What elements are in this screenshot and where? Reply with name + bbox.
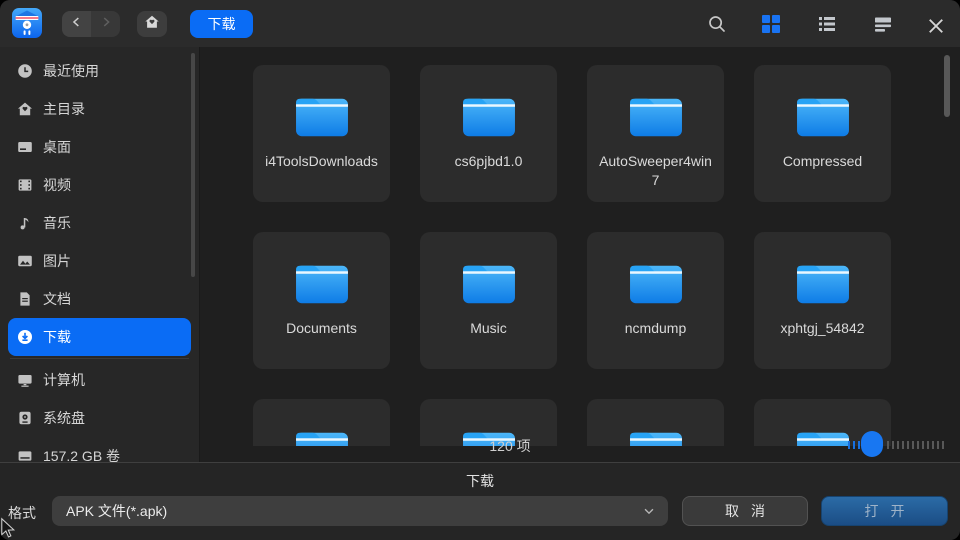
format-combobox[interactable]: APK 文件(*.apk) bbox=[52, 496, 668, 526]
file-manager-app-icon bbox=[12, 8, 42, 38]
zoom-slider-track-filled[interactable] bbox=[848, 441, 862, 449]
sidebar-item-recent[interactable]: 最近使用 bbox=[8, 52, 191, 90]
icon-view-button[interactable] bbox=[761, 14, 781, 34]
item-count: 120 项 bbox=[460, 436, 560, 456]
home-button[interactable] bbox=[137, 11, 167, 37]
dialog-footer: 下载 格式 APK 文件(*.apk) 取消 打开 bbox=[0, 462, 960, 540]
computer-icon bbox=[17, 372, 33, 388]
home-icon bbox=[17, 101, 33, 117]
folder-icon bbox=[458, 91, 520, 141]
status-bar: 120 项 bbox=[200, 428, 960, 462]
sidebar-item-videos[interactable]: 视频 bbox=[8, 166, 191, 204]
folder-icon bbox=[291, 258, 353, 308]
chevron-right-icon bbox=[99, 15, 113, 34]
folder-tile[interactable]: ncmdump bbox=[587, 232, 724, 369]
dialog-title: 下载 bbox=[0, 471, 960, 491]
search-icon bbox=[707, 14, 727, 34]
sidebar-item-downloads[interactable]: 下载 bbox=[8, 318, 191, 356]
folder-name: xphtgj_54842 bbox=[766, 319, 880, 338]
sidebar-item-label: 系统盘 bbox=[43, 408, 85, 428]
sidebar-item-label: 最近使用 bbox=[43, 61, 99, 81]
sidebar-item-music[interactable]: 音乐 bbox=[8, 204, 191, 242]
list-view-button[interactable] bbox=[817, 14, 837, 34]
grid-view-icon bbox=[761, 14, 781, 34]
sidebar-separator bbox=[10, 358, 189, 359]
folder-icon bbox=[625, 91, 687, 141]
sidebar-item-label: 图片 bbox=[43, 251, 71, 271]
close-icon bbox=[926, 16, 946, 36]
folder-tile[interactable]: AutoSweeper4win7 bbox=[587, 65, 724, 202]
folder-name: AutoSweeper4win7 bbox=[599, 152, 713, 190]
folder-tile[interactable]: Music bbox=[420, 232, 557, 369]
folder-tile[interactable]: xphtgj_54842 bbox=[754, 232, 891, 369]
folder-name: Compressed bbox=[766, 152, 880, 171]
file-dialog-window: 下载 最近使用主目录桌面视频音乐图片文档下载计算机系统盘157.2 GB 卷 i… bbox=[0, 0, 960, 540]
folder-tile[interactable]: Documents bbox=[253, 232, 390, 369]
titlebar: 下载 bbox=[0, 0, 960, 47]
system-disk-icon bbox=[17, 410, 33, 426]
document-icon bbox=[17, 291, 33, 307]
folder-name: i4ToolsDownloads bbox=[265, 152, 379, 171]
sidebar-item-label: 文档 bbox=[43, 289, 71, 309]
sidebar-item-label: 音乐 bbox=[43, 213, 71, 233]
sidebar-item-desktop[interactable]: 桌面 bbox=[8, 128, 191, 166]
download-icon bbox=[17, 329, 33, 345]
breadcrumb-downloads[interactable]: 下载 bbox=[190, 10, 253, 38]
detail-view-icon bbox=[873, 14, 893, 34]
nav-button-group bbox=[62, 11, 120, 37]
sidebar-item-computer[interactable]: 计算机 bbox=[8, 361, 191, 399]
sidebar-item-pictures[interactable]: 图片 bbox=[8, 242, 191, 280]
open-button[interactable]: 打开 bbox=[821, 496, 948, 526]
cancel-button-label: 取消 bbox=[725, 501, 777, 521]
chevron-left-icon bbox=[70, 15, 84, 34]
sidebar-item-label: 视频 bbox=[43, 175, 71, 195]
sidebar-item-label: 计算机 bbox=[43, 370, 85, 390]
folder-icon bbox=[291, 91, 353, 141]
sidebar-item-documents[interactable]: 文档 bbox=[8, 280, 191, 318]
chevron-down-icon bbox=[642, 504, 656, 518]
back-button[interactable] bbox=[62, 11, 91, 37]
folder-tile[interactable]: Compressed bbox=[754, 65, 891, 202]
folder-name: Documents bbox=[265, 319, 379, 338]
mouse-cursor bbox=[0, 517, 16, 540]
image-icon bbox=[17, 253, 33, 269]
folder-icon bbox=[458, 258, 520, 308]
folder-tile[interactable]: cs6pjbd1.0 bbox=[420, 65, 557, 202]
detail-view-button[interactable] bbox=[873, 14, 893, 34]
close-button[interactable] bbox=[926, 16, 946, 36]
folder-icon bbox=[625, 258, 687, 308]
zoom-slider-track[interactable] bbox=[887, 441, 945, 449]
sidebar-item-home[interactable]: 主目录 bbox=[8, 90, 191, 128]
content-scrollbar[interactable] bbox=[944, 55, 950, 117]
sidebar: 最近使用主目录桌面视频音乐图片文档下载计算机系统盘157.2 GB 卷 bbox=[0, 47, 200, 462]
clock-icon bbox=[17, 63, 33, 79]
sidebar-item-label: 主目录 bbox=[43, 99, 85, 119]
sidebar-item-label: 下载 bbox=[43, 327, 71, 347]
folder-name: cs6pjbd1.0 bbox=[432, 152, 546, 171]
cancel-button[interactable]: 取消 bbox=[682, 496, 808, 526]
folder-icon bbox=[792, 258, 854, 308]
open-button-label: 打开 bbox=[865, 501, 917, 521]
zoom-slider-thumb[interactable] bbox=[861, 431, 883, 457]
sidebar-scrollbar[interactable] bbox=[191, 53, 195, 277]
video-icon bbox=[17, 177, 33, 193]
list-view-icon bbox=[817, 14, 837, 34]
search-button[interactable] bbox=[707, 14, 727, 34]
folder-name: Music bbox=[432, 319, 546, 338]
folder-tile[interactable]: i4ToolsDownloads bbox=[253, 65, 390, 202]
format-value: APK 文件(*.apk) bbox=[66, 501, 167, 521]
forward-button[interactable] bbox=[91, 11, 120, 37]
folder-icon bbox=[792, 91, 854, 141]
folder-name: ncmdump bbox=[599, 319, 713, 338]
music-icon bbox=[17, 215, 33, 231]
sidebar-list: 最近使用主目录桌面视频音乐图片文档下载计算机系统盘157.2 GB 卷 bbox=[0, 52, 199, 475]
home-icon bbox=[144, 14, 160, 35]
file-grid: i4ToolsDownloads cs6pjbd1.0 AutoSweeper4wi… bbox=[200, 47, 960, 446]
desktop-icon bbox=[17, 139, 33, 155]
sidebar-item-label: 桌面 bbox=[43, 137, 71, 157]
sidebar-item-system-disk[interactable]: 系统盘 bbox=[8, 399, 191, 437]
